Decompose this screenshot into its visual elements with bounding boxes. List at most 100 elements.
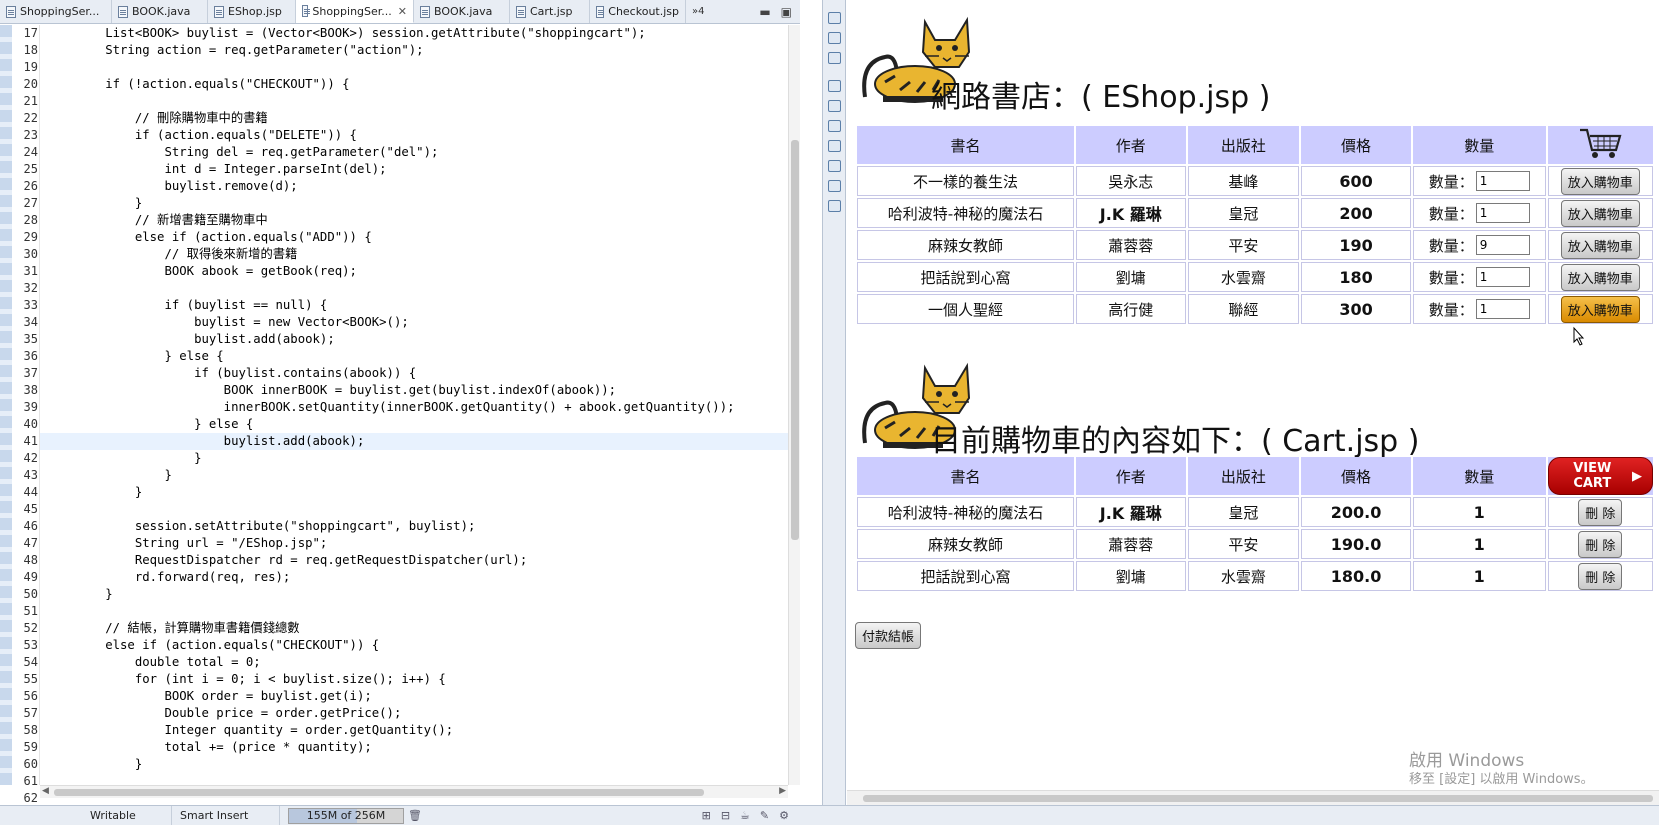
code-line[interactable]: List<BOOK> buylist = (Vector<BOOK>) sess… [40, 25, 788, 42]
delete-button[interactable]: 刪 除 [1578, 562, 1623, 590]
book-price: 180 [1301, 262, 1411, 292]
code-line[interactable]: } [40, 467, 788, 484]
code-line[interactable]: session.setAttribute("shoppingcart", buy… [40, 518, 788, 535]
code-line[interactable]: else if (action.equals("CHECKOUT")) { [40, 637, 788, 654]
restore-icon[interactable] [828, 12, 841, 24]
code-line[interactable] [40, 501, 788, 518]
add-to-cart-button[interactable]: 放入購物車 [1560, 167, 1640, 195]
code-line[interactable]: double total = 0; [40, 654, 788, 671]
horizontal-scrollbar[interactable]: ◀ ▶ [40, 785, 788, 798]
code-line[interactable]: } [40, 756, 788, 773]
code-line[interactable]: if (!action.equals("CHECKOUT")) { [40, 76, 788, 93]
quantity-input[interactable] [1475, 171, 1530, 191]
code-editor[interactable]: 17 18 19 20 21 22 23 24 25 26 27 28 29 30 31 32 33 34 35 36… [0, 25, 800, 805]
code-line[interactable]: else if (action.equals("ADD")) { [40, 229, 788, 246]
delete-button[interactable]: 刪 除 [1578, 530, 1623, 558]
add-to-cart-button[interactable]: 放入購物車 [1560, 231, 1640, 259]
tray-icon[interactable]: ⚙ [779, 809, 789, 822]
editor-tab[interactable]: EShop.jsp [208, 0, 296, 23]
quantity-input[interactable] [1475, 267, 1530, 287]
code-line[interactable]: String action = req.getParameter("action… [40, 42, 788, 59]
code-line[interactable]: for (int i = 0; i < buylist.size(); i++)… [40, 671, 788, 688]
code-line[interactable]: if (buylist == null) { [40, 297, 788, 314]
code-line[interactable]: } else { [40, 416, 788, 433]
code-line[interactable]: rd.forward(req, res); [40, 569, 788, 586]
code-line[interactable]: RequestDispatcher rd = req.getRequestDis… [40, 552, 788, 569]
memory-gauge[interactable]: 155M of 256M [288, 807, 405, 824]
vertical-scrollbar[interactable] [788, 25, 800, 785]
quantity-input[interactable] [1475, 203, 1530, 223]
editor-tab[interactable]: BOOK.java [414, 0, 510, 23]
editor-tab[interactable]: Cart.jsp [510, 0, 590, 23]
add-to-cart-button[interactable]: 放入購物車 [1560, 263, 1640, 291]
scroll-thumb[interactable] [863, 795, 1653, 802]
servers-icon[interactable] [828, 100, 841, 112]
minimize-icon[interactable]: ▬ [759, 5, 770, 19]
code-line[interactable] [40, 603, 788, 620]
editor-tab[interactable]: ShoppingSer... [0, 0, 112, 23]
code-line[interactable]: buylist.add(abook); [40, 331, 788, 348]
code-line[interactable]: innerBOOK.setQuantity(innerBOOK.getQuant… [40, 399, 788, 416]
code-line[interactable]: buylist.add(abook); [40, 433, 788, 450]
scroll-thumb[interactable] [791, 140, 799, 540]
add-to-cart-button[interactable]: 放入購物車 [1560, 295, 1640, 323]
properties-icon[interactable] [828, 140, 841, 152]
code-line[interactable]: BOOK order = buylist.get(i); [40, 688, 788, 705]
code-line[interactable]: String del = req.getParameter("del"); [40, 144, 788, 161]
code-line[interactable]: // 新增書籍至購物車中 [40, 212, 788, 229]
code-line[interactable]: // 取得後來新增的書籍 [40, 246, 788, 263]
data-source-icon[interactable] [828, 160, 841, 172]
editor-tab-active[interactable]: ShoppingSer... ✕ [296, 0, 414, 23]
scroll-left-icon[interactable]: ◀ [42, 786, 49, 796]
delete-button[interactable]: 刪 除 [1578, 498, 1623, 526]
code-line[interactable]: } [40, 195, 788, 212]
browser-horizontal-scrollbar[interactable] [847, 790, 1659, 805]
tray-icon[interactable]: ⊞ [702, 809, 711, 822]
code-line[interactable]: // 刪除購物車中的書籍 [40, 110, 788, 127]
code-line[interactable]: Integer quantity = order.getQuantity(); [40, 722, 788, 739]
code-line[interactable] [40, 93, 788, 110]
code-line[interactable] [40, 59, 788, 76]
code-line[interactable]: Double price = order.getPrice(); [40, 705, 788, 722]
checkout-button[interactable]: 付款結帳 [855, 622, 922, 649]
code-line[interactable]: String url = "/EShop.jsp"; [40, 535, 788, 552]
scroll-right-icon[interactable]: ▶ [779, 786, 786, 796]
tray-icon[interactable]: ☕ [740, 809, 750, 822]
maximize-icon[interactable]: ▣ [781, 5, 792, 19]
view-cart-badge[interactable]: VIEW CART ▶ [1547, 457, 1653, 495]
trash-icon[interactable]: 🗑 [408, 809, 422, 822]
quantity-input[interactable] [1475, 299, 1530, 319]
line-number: 43 [23, 468, 38, 482]
outline-icon[interactable] [828, 32, 841, 44]
code-line[interactable] [40, 773, 788, 785]
code-line[interactable]: if (action.equals("DELETE")) { [40, 127, 788, 144]
code-line[interactable]: } [40, 586, 788, 603]
problems-icon[interactable] [828, 200, 841, 212]
code-line[interactable]: BOOK abook = getBook(req); [40, 263, 788, 280]
code-line[interactable]: } else { [40, 348, 788, 365]
code-line[interactable]: buylist = new Vector<BOOK>(); [40, 314, 788, 331]
scroll-thumb[interactable] [54, 789, 704, 796]
tab-overflow-button[interactable]: »4 [686, 0, 710, 23]
tray-icon[interactable]: ⊟ [721, 809, 730, 822]
snippets-icon[interactable] [828, 180, 841, 192]
code-line[interactable]: if (buylist.contains(abook)) { [40, 365, 788, 382]
code-line[interactable]: } [40, 484, 788, 501]
code-line[interactable] [40, 280, 788, 297]
restore-icon[interactable] [828, 80, 841, 92]
code-line[interactable]: total += (price * quantity); [40, 739, 788, 756]
code-area[interactable]: List<BOOK> buylist = (Vector<BOOK>) sess… [40, 25, 788, 785]
code-line[interactable]: // 結帳，計算購物車書籍價錢總數 [40, 620, 788, 637]
code-line[interactable]: buylist.remove(d); [40, 178, 788, 195]
code-line[interactable]: } [40, 450, 788, 467]
code-line[interactable]: BOOK innerBOOK = buylist.get(buylist.ind… [40, 382, 788, 399]
editor-tab[interactable]: Checkout.jsp [590, 0, 686, 23]
quantity-input[interactable] [1475, 235, 1530, 255]
task-list-icon[interactable] [828, 52, 841, 64]
tray-icon[interactable]: ✎ [760, 809, 769, 822]
editor-tab[interactable]: BOOK.java [112, 0, 208, 23]
add-to-cart-button[interactable]: 放入購物車 [1560, 199, 1640, 227]
close-icon[interactable]: ✕ [398, 5, 407, 18]
code-line[interactable]: int d = Integer.parseInt(del); [40, 161, 788, 178]
console-icon[interactable] [828, 120, 841, 132]
